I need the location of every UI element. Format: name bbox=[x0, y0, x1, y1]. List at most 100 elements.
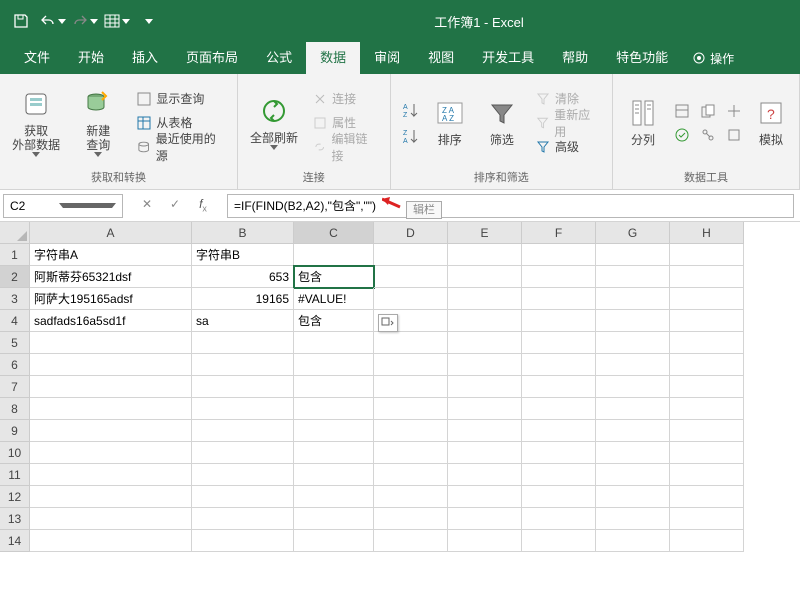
cell-D2[interactable] bbox=[374, 266, 448, 288]
cell-E13[interactable] bbox=[448, 508, 522, 530]
cell-H12[interactable] bbox=[670, 486, 744, 508]
cell-D5[interactable] bbox=[374, 332, 448, 354]
cell-A7[interactable] bbox=[30, 376, 192, 398]
cell-B14[interactable] bbox=[192, 530, 294, 552]
cell-F9[interactable] bbox=[522, 420, 596, 442]
cell-B7[interactable] bbox=[192, 376, 294, 398]
new-query-button[interactable]: 新建 查询 bbox=[70, 78, 126, 166]
cell-B10[interactable] bbox=[192, 442, 294, 464]
cell-B2[interactable]: 653 bbox=[192, 266, 294, 288]
cell-G13[interactable] bbox=[596, 508, 670, 530]
show-queries-button[interactable]: 显示查询 bbox=[132, 88, 229, 110]
relationships-icon[interactable] bbox=[697, 124, 719, 146]
cell-D7[interactable] bbox=[374, 376, 448, 398]
cell-H3[interactable] bbox=[670, 288, 744, 310]
refresh-all-button[interactable]: 全部刷新 bbox=[246, 78, 302, 166]
cell-E2[interactable] bbox=[448, 266, 522, 288]
cell-C1[interactable] bbox=[294, 244, 374, 266]
cell-A14[interactable] bbox=[30, 530, 192, 552]
cell-A10[interactable] bbox=[30, 442, 192, 464]
row-header-3[interactable]: 3 bbox=[0, 288, 30, 310]
cell-H9[interactable] bbox=[670, 420, 744, 442]
cell-G8[interactable] bbox=[596, 398, 670, 420]
cell-C6[interactable] bbox=[294, 354, 374, 376]
cell-F13[interactable] bbox=[522, 508, 596, 530]
cell-C10[interactable] bbox=[294, 442, 374, 464]
cell-H6[interactable] bbox=[670, 354, 744, 376]
cell-C5[interactable] bbox=[294, 332, 374, 354]
cell-F14[interactable] bbox=[522, 530, 596, 552]
formula-input[interactable]: =IF(FIND(B2,A2),"包含","") 辑栏 bbox=[227, 194, 794, 218]
cell-A9[interactable] bbox=[30, 420, 192, 442]
col-header-H[interactable]: H bbox=[670, 222, 744, 244]
cell-D11[interactable] bbox=[374, 464, 448, 486]
flash-fill-icon[interactable] bbox=[671, 100, 693, 122]
cell-A8[interactable] bbox=[30, 398, 192, 420]
tab-插入[interactable]: 插入 bbox=[118, 42, 172, 74]
cell-G3[interactable] bbox=[596, 288, 670, 310]
cell-F1[interactable] bbox=[522, 244, 596, 266]
cell-E8[interactable] bbox=[448, 398, 522, 420]
tab-审阅[interactable]: 审阅 bbox=[360, 42, 414, 74]
cell-D3[interactable] bbox=[374, 288, 448, 310]
cell-B1[interactable]: 字符串B bbox=[192, 244, 294, 266]
cell-B5[interactable] bbox=[192, 332, 294, 354]
cell-G12[interactable] bbox=[596, 486, 670, 508]
cell-H13[interactable] bbox=[670, 508, 744, 530]
cell-E7[interactable] bbox=[448, 376, 522, 398]
cell-A6[interactable] bbox=[30, 354, 192, 376]
advanced-filter-button[interactable]: 高级 bbox=[531, 136, 604, 158]
row-header-6[interactable]: 6 bbox=[0, 354, 30, 376]
tell-me-button[interactable]: 操作 bbox=[692, 42, 734, 74]
cell-H7[interactable] bbox=[670, 376, 744, 398]
cell-F4[interactable] bbox=[522, 310, 596, 332]
cell-G10[interactable] bbox=[596, 442, 670, 464]
tab-视图[interactable]: 视图 bbox=[414, 42, 468, 74]
row-header-2[interactable]: 2 bbox=[0, 266, 30, 288]
cell-B9[interactable] bbox=[192, 420, 294, 442]
cell-E14[interactable] bbox=[448, 530, 522, 552]
cell-F3[interactable] bbox=[522, 288, 596, 310]
remove-duplicates-icon[interactable] bbox=[697, 100, 719, 122]
row-header-4[interactable]: 4 bbox=[0, 310, 30, 332]
cell-B8[interactable] bbox=[192, 398, 294, 420]
col-header-E[interactable]: E bbox=[448, 222, 522, 244]
cell-C12[interactable] bbox=[294, 486, 374, 508]
cell-E1[interactable] bbox=[448, 244, 522, 266]
cell-G1[interactable] bbox=[596, 244, 670, 266]
table-icon[interactable] bbox=[102, 7, 132, 35]
cell-G2[interactable] bbox=[596, 266, 670, 288]
cell-A11[interactable] bbox=[30, 464, 192, 486]
text-to-columns-button[interactable]: 分列 bbox=[621, 78, 665, 166]
cell-B4[interactable]: sa bbox=[192, 310, 294, 332]
cell-G7[interactable] bbox=[596, 376, 670, 398]
cancel-formula-icon[interactable]: ✕ bbox=[135, 197, 159, 213]
col-header-G[interactable]: G bbox=[596, 222, 670, 244]
cell-D14[interactable] bbox=[374, 530, 448, 552]
cell-A2[interactable]: 阿斯蒂芬65321dsf bbox=[30, 266, 192, 288]
cell-A12[interactable] bbox=[30, 486, 192, 508]
cell-H14[interactable] bbox=[670, 530, 744, 552]
cell-F10[interactable] bbox=[522, 442, 596, 464]
row-header-12[interactable]: 12 bbox=[0, 486, 30, 508]
cell-A3[interactable]: 阿萨大195165adsf bbox=[30, 288, 192, 310]
cell-F11[interactable] bbox=[522, 464, 596, 486]
row-header-11[interactable]: 11 bbox=[0, 464, 30, 486]
col-header-F[interactable]: F bbox=[522, 222, 596, 244]
cell-E11[interactable] bbox=[448, 464, 522, 486]
consolidate-icon[interactable] bbox=[723, 100, 745, 122]
row-header-1[interactable]: 1 bbox=[0, 244, 30, 266]
redo-icon[interactable] bbox=[70, 7, 100, 35]
autofill-options-button[interactable] bbox=[378, 314, 398, 332]
cell-H8[interactable] bbox=[670, 398, 744, 420]
cell-C11[interactable] bbox=[294, 464, 374, 486]
cell-D9[interactable] bbox=[374, 420, 448, 442]
cell-C2[interactable]: 包含 bbox=[294, 266, 374, 288]
cell-E9[interactable] bbox=[448, 420, 522, 442]
cell-H10[interactable] bbox=[670, 442, 744, 464]
filter-button[interactable]: 筛选 bbox=[479, 78, 525, 166]
cell-C3[interactable]: #VALUE! bbox=[294, 288, 374, 310]
cell-E5[interactable] bbox=[448, 332, 522, 354]
cell-C4[interactable]: 包含 bbox=[294, 310, 374, 332]
tab-特色功能[interactable]: 特色功能 bbox=[602, 42, 682, 74]
